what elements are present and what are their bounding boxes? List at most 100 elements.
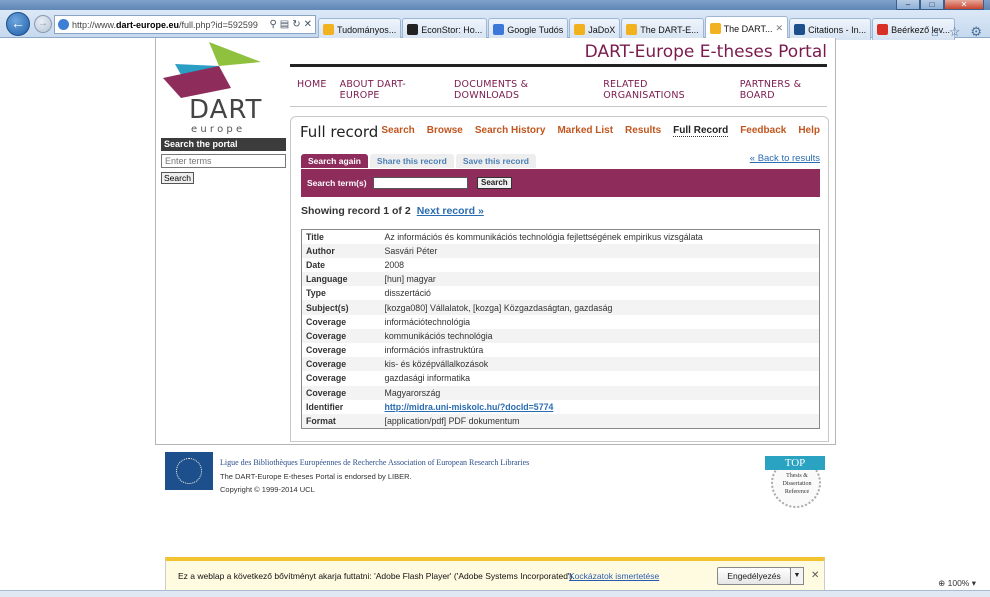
- main-navigation: HOME ABOUT DART-EUROPE DOCUMENTS & DOWNLOA…: [297, 79, 835, 101]
- copyright-text: Copyright © 1999-2014 UCL: [220, 485, 315, 494]
- form-tab[interactable]: Save this record: [455, 154, 536, 168]
- page-title: Full record: [300, 123, 379, 141]
- dart-europe-logo[interactable]: DART e u r o p e: [161, 40, 281, 140]
- record-row: Subject(s) [kozga080] Vállalatok, [kozga]…: [301, 300, 820, 315]
- main-nav-item[interactable]: RELATED ORGANISATIONS: [603, 79, 726, 101]
- record-field-value: 2008: [380, 257, 820, 273]
- settings-gear-icon[interactable]: ⚙: [970, 24, 982, 40]
- favorites-star-icon[interactable]: ☆: [949, 24, 961, 40]
- stop-icon[interactable]: ✕: [304, 19, 312, 30]
- browser-tab[interactable]: Citations - In...: [789, 18, 872, 40]
- browser-tab[interactable]: The DART-E...: [621, 18, 704, 40]
- back-button[interactable]: ←: [6, 12, 30, 36]
- header-rule: [290, 64, 827, 67]
- subnav-item[interactable]: Full Record: [673, 125, 729, 137]
- search-again-button[interactable]: Search: [477, 177, 512, 189]
- window-controls: – □ ✕: [896, 0, 984, 10]
- tab-label: EconStor: Ho...: [421, 24, 483, 35]
- record-field-label: Coverage: [301, 357, 381, 372]
- window-titlebar: – □ ✕: [0, 0, 990, 10]
- allow-button[interactable]: Engedélyezés: [717, 567, 791, 585]
- record-field-label: Author: [301, 243, 381, 258]
- record-counter: Showing record 1 of 2 Next record »: [301, 205, 484, 217]
- record-field-value: kis- és középvállalkozások: [380, 357, 820, 372]
- address-bar-actions: ⚲ ▤ ↻ ✕: [266, 19, 315, 30]
- forward-button[interactable]: →: [34, 15, 52, 33]
- subnav-item[interactable]: Browse: [427, 125, 463, 137]
- record-field-label: Date: [301, 257, 381, 273]
- search-terms-input[interactable]: [373, 177, 468, 189]
- browser-tab[interactable]: JaDoX: [569, 18, 621, 40]
- record-field-label: Coverage: [301, 343, 381, 358]
- nav-divider: [290, 106, 827, 107]
- record-identifier-link[interactable]: http://midra.uni-miskolc.hu/?docId=5774: [380, 399, 820, 414]
- record-field-value: disszertáció: [380, 286, 820, 301]
- record-row: Format [application/pdf] PDF dokumentum: [301, 413, 820, 429]
- maximize-button[interactable]: □: [920, 0, 944, 10]
- allow-options-dropdown[interactable]: ▼: [790, 567, 804, 585]
- record-row: Coverage kommunikációs technológia: [301, 328, 820, 343]
- risk-info-link[interactable]: Kockázatok ismertetése: [569, 571, 659, 581]
- main-nav-item[interactable]: PARTNERS & BOARD: [740, 79, 835, 101]
- tab-label: JaDoX: [588, 24, 616, 35]
- home-icon[interactable]: ⌂: [931, 24, 939, 40]
- record-field-value: Sasvári Péter: [380, 243, 820, 258]
- tab-label: Google Tudós: [507, 24, 564, 35]
- search-icon[interactable]: ⚲: [269, 19, 276, 30]
- next-record-link[interactable]: Next record »: [417, 205, 484, 217]
- record-field-value: [hun] magyar: [380, 272, 820, 287]
- tab-favicon-icon: [407, 24, 419, 35]
- record-field-value: kommunikációs technológia: [380, 328, 820, 343]
- subnav-item[interactable]: Marked List: [557, 125, 613, 137]
- refresh-icon[interactable]: ↻: [292, 19, 300, 30]
- search-again-bar: Search term(s) Search: [301, 169, 820, 197]
- endorsement-text: The DART-Europe E-theses Portal is endor…: [220, 472, 412, 481]
- main-nav-item[interactable]: HOME: [297, 79, 327, 101]
- address-bar[interactable]: http://www.dart-europe.eu/full.php?id=59…: [54, 15, 316, 34]
- logo-wordmark: DART: [189, 95, 262, 125]
- tab-label: Tudományos...: [337, 24, 397, 35]
- tab-label: Citations - In...: [808, 24, 867, 35]
- liber-logo[interactable]: [165, 452, 213, 490]
- zoom-level[interactable]: ⊕ 100% ▾: [938, 578, 976, 589]
- subnav-item[interactable]: Help: [798, 125, 820, 137]
- back-to-results-link[interactable]: « Back to results: [750, 153, 820, 164]
- form-tab[interactable]: Share this record: [369, 154, 454, 168]
- status-bar: [0, 590, 990, 597]
- address-url: http://www.dart-europe.eu/full.php?id=59…: [72, 19, 258, 30]
- browser-tab[interactable]: Tudományos...: [318, 18, 402, 40]
- record-field-value: gazdasági informatika: [380, 371, 820, 386]
- tab-favicon-icon: [323, 24, 334, 35]
- main-nav-item[interactable]: DOCUMENTS & DOWNLOADS: [454, 79, 590, 101]
- sidebar-search-input[interactable]: [161, 154, 286, 168]
- main-nav-item[interactable]: ABOUT DART-EUROPE: [340, 79, 441, 101]
- top-reference-badge[interactable]: TOP Thesis & Dissertation Reference: [765, 452, 825, 508]
- tab-favicon-icon: [493, 24, 505, 35]
- subnav-item[interactable]: Feedback: [740, 125, 786, 137]
- close-notification-icon[interactable]: ✕: [811, 570, 819, 581]
- browser-tab[interactable]: The DART... ✕: [704, 16, 789, 40]
- search-terms-label: Search term(s): [307, 178, 367, 188]
- record-field-label: Type: [301, 286, 381, 301]
- subnav-item[interactable]: Results: [625, 125, 661, 137]
- tab-favicon-icon: [877, 24, 889, 35]
- tab-favicon-icon: [574, 24, 586, 35]
- record-field-value: [kozga080] Vállalatok, [kozga] Közgazdas…: [380, 300, 820, 315]
- record-table: Title Az információs és kommunikációs tec…: [301, 229, 820, 429]
- search-form-tabs: Search again Share this record Save this r…: [301, 154, 536, 168]
- browser-toolbar: ← → http://www.dart-europe.eu/full.php?i…: [0, 10, 990, 40]
- sidebar-search-button[interactable]: Search: [161, 172, 194, 184]
- close-window-button[interactable]: ✕: [944, 0, 984, 10]
- form-tab[interactable]: Search again: [301, 154, 368, 168]
- page-container: DART e u r o p e DART-Europe E-theses Po…: [155, 38, 836, 445]
- browser-tab[interactable]: EconStor: Ho...: [402, 18, 488, 40]
- subnav-item[interactable]: Search History: [475, 125, 546, 137]
- minimize-button[interactable]: –: [896, 0, 920, 10]
- subnav-item[interactable]: Search: [381, 125, 414, 137]
- liber-association-text[interactable]: Ligue des Bibliothèques Européennes de R…: [220, 458, 529, 467]
- compatibility-icon[interactable]: ▤: [280, 19, 289, 30]
- record-row: Date 2008: [301, 257, 820, 273]
- record-row: Coverage információs infrastruktúra: [301, 343, 820, 358]
- browser-tab[interactable]: Google Tudós: [488, 18, 569, 40]
- close-tab-icon[interactable]: ✕: [776, 23, 784, 34]
